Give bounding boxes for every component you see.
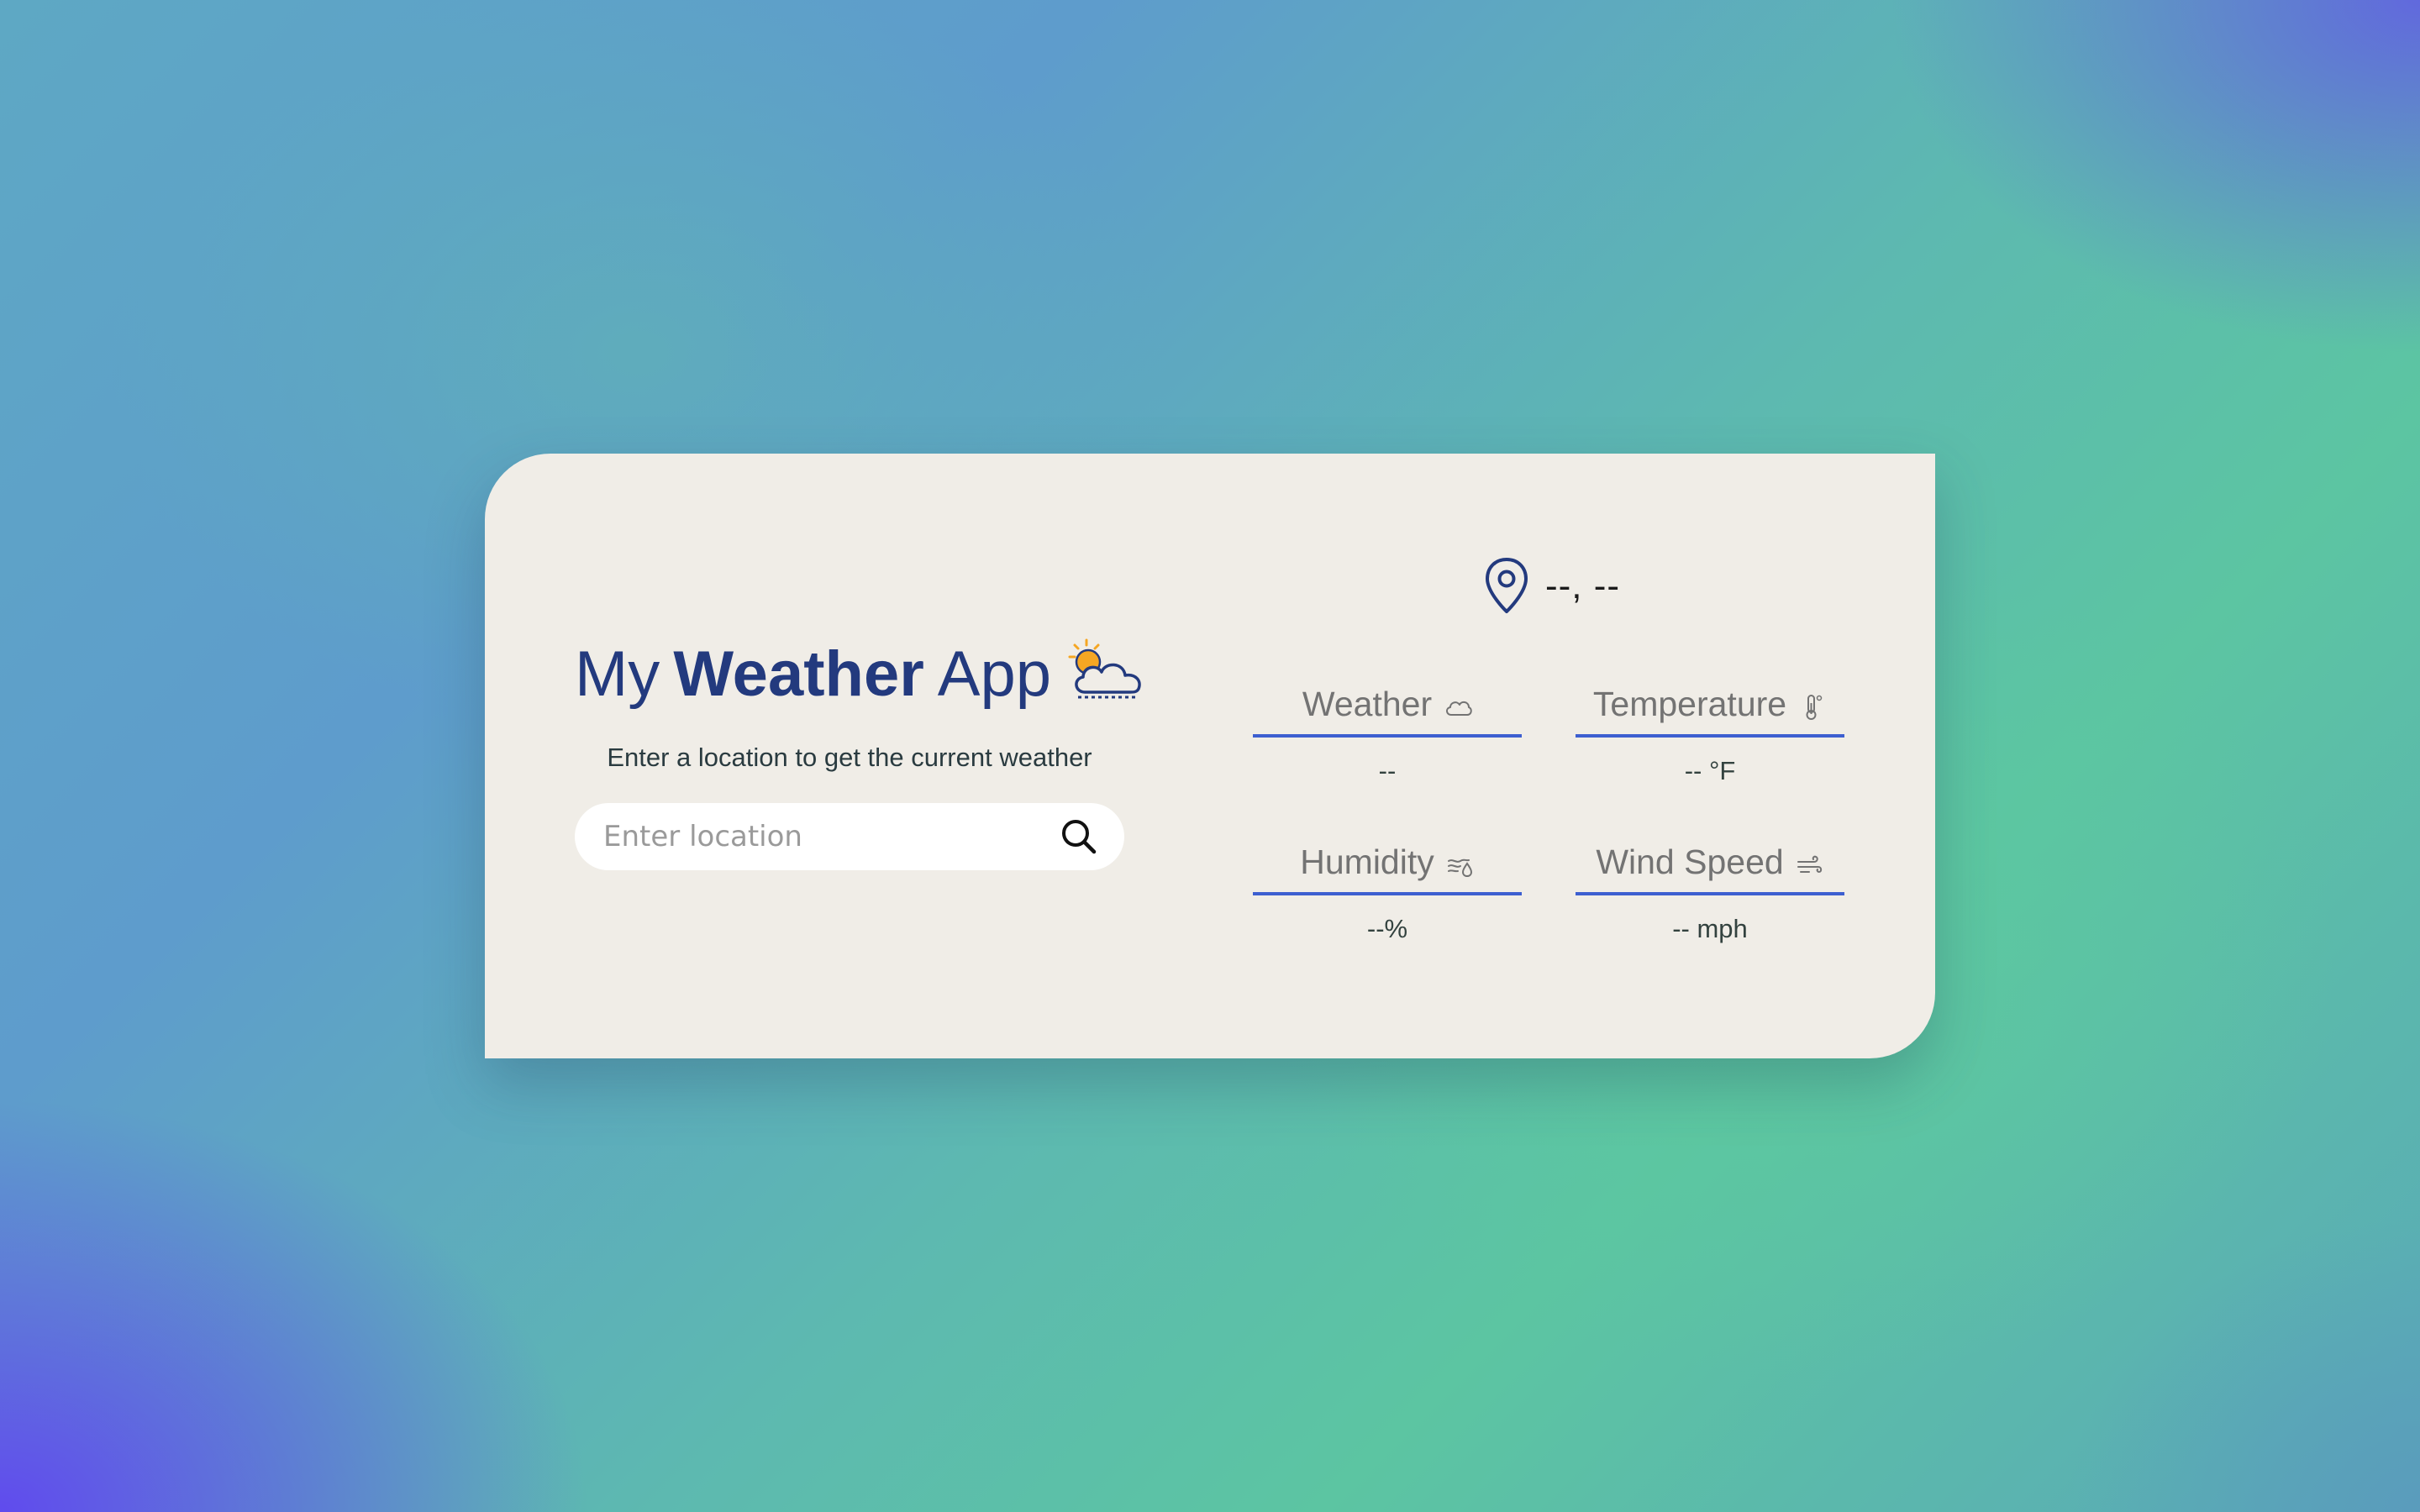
- app-title-my: My: [575, 638, 660, 710]
- stat-wind-speed-value: -- mph: [1672, 914, 1748, 943]
- background-glow-bottom-right: [1916, 1092, 2420, 1512]
- stat-wind-speed-label: Wind Speed: [1596, 842, 1784, 881]
- app-title-app: App: [937, 638, 1052, 710]
- cloud-icon: [1444, 693, 1472, 722]
- stat-weather: Weather --: [1253, 670, 1522, 786]
- weather-card: My Weather App Enter a location to get t: [485, 454, 1935, 1058]
- stat-weather-value: --: [1378, 756, 1397, 785]
- location-text: --, --: [1545, 565, 1621, 606]
- search-bar: [575, 803, 1124, 870]
- stat-wind-speed-header: Wind Speed: [1576, 828, 1844, 895]
- stat-humidity: Humidity --%: [1253, 828, 1522, 944]
- stat-temperature-value: -- °F: [1684, 756, 1736, 785]
- stat-humidity-header: Humidity: [1253, 828, 1522, 895]
- stat-humidity-value: --%: [1366, 914, 1408, 943]
- stat-temperature-header: Temperature: [1576, 670, 1844, 738]
- stat-weather-label: Weather: [1302, 684, 1433, 723]
- humidity-icon: [1446, 851, 1475, 879]
- search-icon[interactable]: [1057, 815, 1101, 858]
- stat-weather-header: Weather: [1253, 670, 1522, 738]
- stat-temperature-label: Temperature: [1592, 684, 1787, 723]
- search-panel: My Weather App Enter a location to get t: [575, 637, 1141, 870]
- stat-wind-speed: Wind Speed -- mph: [1576, 828, 1844, 944]
- stat-temperature: Temperature -- °F: [1576, 670, 1844, 786]
- location-display: --, --: [1483, 553, 1620, 620]
- sun-behind-cloud-icon: [1068, 637, 1148, 704]
- background-glow-top-right: [1664, 0, 2420, 504]
- app-title: My Weather App: [575, 637, 1141, 712]
- stat-humidity-label: Humidity: [1300, 842, 1434, 881]
- map-pin-icon: [1483, 556, 1530, 617]
- location-input[interactable]: [602, 819, 1057, 854]
- app-title-weather: Weather: [673, 638, 924, 710]
- thermometer-icon: [1798, 693, 1827, 722]
- wind-icon: [1796, 851, 1824, 879]
- app-subtitle: Enter a location to get the current weat…: [607, 743, 1092, 772]
